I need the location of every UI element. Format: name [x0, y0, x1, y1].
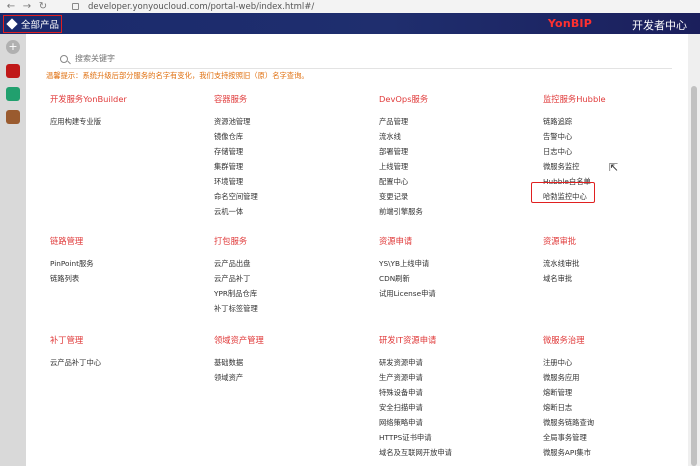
product-link[interactable]: 集群管理	[214, 159, 374, 174]
section-column: 开发服务YonBuilder 应用构建专业版	[50, 93, 210, 129]
product-link[interactable]: PinPoint服务	[50, 256, 210, 271]
product-link[interactable]: 配置中心	[379, 174, 539, 189]
section-title: 资源审批	[543, 236, 577, 246]
product-link[interactable]: 云产品补丁中心	[50, 355, 210, 370]
section-title: 微服务治理	[543, 335, 585, 345]
section-title: 资源申请	[379, 236, 413, 246]
product-link[interactable]: 上线管理	[379, 159, 539, 174]
product-link[interactable]: 微服务应用	[543, 370, 700, 385]
all-products-label: 全部产品	[21, 20, 60, 31]
favorite-icon[interactable]	[6, 64, 20, 78]
product-link[interactable]: 资源池管理	[214, 114, 374, 129]
product-link[interactable]: CDN刷新	[379, 271, 539, 286]
lock-icon	[72, 3, 79, 10]
product-link[interactable]: 熔断日志	[543, 400, 700, 415]
product-link[interactable]: 产品管理	[379, 114, 539, 129]
product-link[interactable]: 网络策略申请	[379, 415, 539, 430]
reload-icon[interactable]: ↻	[38, 1, 48, 13]
section-column: 打包服务云产品出盘 云产品补丁 YPR制品仓库 补丁标签管理	[214, 235, 374, 316]
product-link[interactable]: 云产品补丁	[214, 271, 374, 286]
diamond-icon	[6, 18, 18, 30]
product-link[interactable]: 告警中心	[543, 129, 700, 144]
section-title: 容器服务	[214, 94, 248, 104]
section-column: 链路管理 PinPoint服务 链路列表	[50, 235, 210, 286]
product-link[interactable]: 微服务链路查询	[543, 415, 700, 430]
product-link[interactable]: YS\YB上线申请	[379, 256, 539, 271]
section-column: 资源审批流水线审批 域名审批	[543, 235, 700, 286]
highlight-box	[531, 182, 595, 203]
product-link[interactable]: YPR制品仓库	[214, 286, 374, 301]
product-link[interactable]: 域名审批	[543, 271, 700, 286]
product-link[interactable]: 领域资产	[214, 370, 374, 385]
section-title: 开发服务YonBuilder	[50, 94, 127, 104]
left-rail: +	[0, 34, 26, 466]
brand-title: 开发者中心	[632, 19, 687, 32]
browser-toolbar: ← → ↻ developer.yonyoucloud.com/portal-w…	[0, 0, 700, 13]
product-link[interactable]: 命名空间管理	[214, 189, 374, 204]
forward-icon[interactable]: →	[22, 1, 32, 13]
section-column: 领域资产管理基础数据 领域资产	[214, 334, 374, 385]
section-title: 打包服务	[214, 236, 248, 246]
product-link[interactable]: 域名及互联网开放申请	[379, 445, 539, 460]
product-link[interactable]: 存储管理	[214, 144, 374, 159]
scroll-thumb[interactable]	[691, 86, 697, 466]
product-link[interactable]: 变更记录	[379, 189, 539, 204]
product-link[interactable]: 全局事务管理	[543, 430, 700, 445]
product-link[interactable]: 安全扫描申请	[379, 400, 539, 415]
product-link[interactable]: 流水线审批	[543, 256, 700, 271]
section-column: 微服务治理注册中心 微服务应用 熔断管理 熔断日志 微服务链路查询 全局事务管理 微服务AP…	[543, 334, 700, 460]
brand-logo: YonBIP	[547, 17, 592, 30]
search-input[interactable]	[75, 54, 635, 63]
section-title: 监控服务Hubble	[543, 94, 606, 104]
section-column: DevOps服务产品管理 流水线 部署管理 上线管理 配置中心 变更记录 前端引擎服务	[379, 93, 539, 219]
product-link[interactable]: 补丁标签管理	[214, 301, 374, 316]
section-column: 容器服务资源池管理 镜像仓库 存储管理 集群管理 环境管理 命名空间管理 云机一体	[214, 93, 374, 219]
section-title: 领域资产管理	[214, 335, 264, 345]
section-title: 链路管理	[50, 236, 84, 246]
product-link[interactable]: 微服务API集市	[543, 445, 700, 460]
product-link[interactable]: 链路列表	[50, 271, 210, 286]
browser-nav: ← → ↻	[0, 1, 72, 13]
product-link[interactable]: 注册中心	[543, 355, 700, 370]
product-link[interactable]: 镜像仓库	[214, 129, 374, 144]
product-link[interactable]: 特殊设备申请	[379, 385, 539, 400]
section-column: 资源申请 YS\YB上线申请 CDN刷新 试用License申请	[379, 235, 539, 301]
section-title: 研发IT资源申请	[379, 335, 437, 345]
product-link[interactable]: 环境管理	[214, 174, 374, 189]
product-link[interactable]: 熔断管理	[543, 385, 700, 400]
product-link[interactable]: 研发资源申请	[379, 355, 539, 370]
product-link[interactable]: 云机一体	[214, 204, 374, 219]
cursor-icon: ⇱	[609, 161, 619, 174]
product-link[interactable]: 云产品出盘	[214, 256, 374, 271]
chat-icon[interactable]	[6, 87, 20, 101]
section-column: 研发IT资源申请研发资源申请 生产资源申请 特殊设备申请 安全扫描申请 网络策略申请 HT…	[379, 334, 539, 460]
product-link[interactable]: 微服务监控	[543, 159, 700, 174]
address-bar[interactable]: developer.yonyoucloud.com/portal-web/ind…	[88, 2, 314, 12]
all-products-button[interactable]: 全部产品	[3, 15, 62, 33]
section-column: 补丁管理云产品补丁中心	[50, 334, 210, 370]
add-icon[interactable]: +	[6, 40, 20, 54]
scrollbar[interactable]	[688, 34, 700, 466]
product-link[interactable]: 日志中心	[543, 144, 700, 159]
products-panel: 温馨提示：系统升级后部分服务的名字有变化，我们支持按照旧（原）名字查询。 开发服…	[26, 34, 688, 466]
product-link[interactable]: 流水线	[379, 129, 539, 144]
user-avatar-icon[interactable]	[6, 110, 20, 124]
search-bar	[60, 49, 672, 69]
product-link[interactable]: 基础数据	[214, 355, 374, 370]
product-link[interactable]: 应用构建专业版	[50, 114, 210, 129]
product-link[interactable]: 链路追踪	[543, 114, 700, 129]
section-title: DevOps服务	[379, 94, 429, 104]
top-header: 全部产品 YonBIP 开发者中心	[0, 13, 700, 34]
notice-text: 温馨提示：系统升级后部分服务的名字有变化，我们支持按照旧（原）名字查询。	[46, 71, 309, 80]
search-icon	[60, 54, 68, 63]
product-link[interactable]: 试用License申请	[379, 286, 539, 301]
product-link[interactable]: HTTPS证书申请	[379, 430, 539, 445]
section-title: 补丁管理	[50, 335, 84, 345]
product-link[interactable]: 前端引擎服务	[379, 204, 539, 219]
product-link[interactable]: 部署管理	[379, 144, 539, 159]
back-icon[interactable]: ←	[6, 1, 16, 13]
product-link[interactable]: 生产资源申请	[379, 370, 539, 385]
